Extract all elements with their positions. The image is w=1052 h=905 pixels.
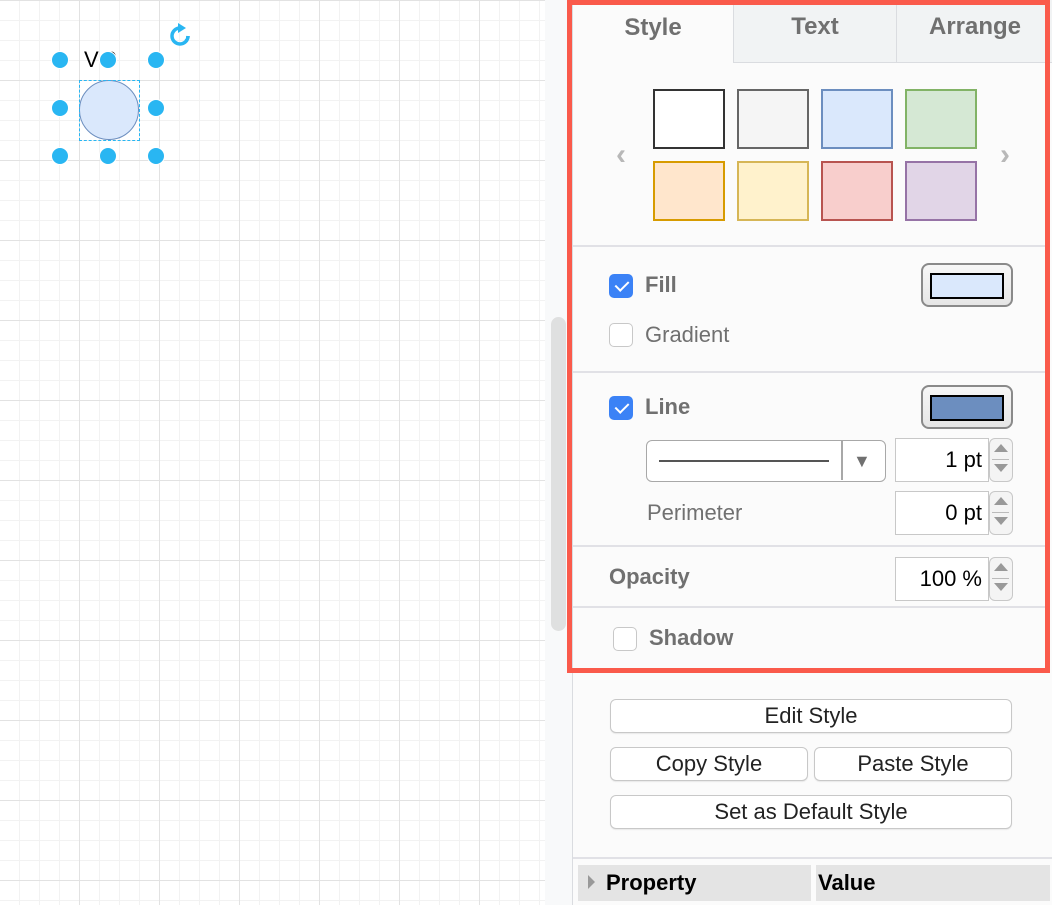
stepper-down-icon[interactable] (994, 583, 1008, 591)
shadow-label: Shadow (649, 625, 734, 650)
stepper-up-icon[interactable] (994, 497, 1008, 505)
tab-style[interactable]: Style (573, 0, 733, 63)
stepper-divider (992, 459, 1009, 460)
rotate-icon[interactable] (166, 22, 194, 50)
fill-checkbox[interactable] (609, 274, 633, 298)
line-width-stepper[interactable] (989, 438, 1013, 482)
stepper-down-icon[interactable] (994, 517, 1008, 525)
stepper-down-icon[interactable] (994, 464, 1008, 472)
expand-triangle-icon[interactable] (588, 875, 595, 889)
swatch-prev-icon[interactable]: ‹ (609, 140, 633, 170)
section-divider (573, 606, 1049, 608)
resize-handle-s[interactable] (99, 147, 117, 165)
copy-style-button[interactable]: Copy Style (610, 747, 808, 781)
swatch-next-icon[interactable]: › (993, 140, 1017, 170)
perimeter-input[interactable]: 0 pt (895, 491, 989, 535)
line-color-preview (930, 395, 1004, 421)
stepper-up-icon[interactable] (994, 563, 1008, 571)
resize-handle-e[interactable] (147, 99, 165, 117)
perimeter-label: Perimeter (647, 500, 743, 525)
gradient-label: Gradient (645, 322, 730, 347)
line-pattern-select[interactable]: ▼ (646, 440, 886, 482)
resize-handle-ne[interactable] (147, 51, 165, 69)
section-divider (573, 245, 1049, 247)
line-label: Line (645, 394, 691, 419)
tab-arrange[interactable]: Arrange (896, 0, 1052, 63)
paste-style-button[interactable]: Paste Style (814, 747, 1012, 781)
dropdown-arrow-icon: ▼ (853, 451, 871, 471)
fill-color-button[interactable] (921, 263, 1013, 307)
swatch-gray[interactable] (737, 89, 809, 149)
shadow-checkbox[interactable] (613, 627, 637, 651)
section-divider (573, 545, 1049, 547)
perimeter-stepper[interactable] (989, 491, 1013, 535)
swatch-blue[interactable] (821, 89, 893, 149)
value-column-header: Value (816, 865, 1050, 901)
resize-handle-nw[interactable] (51, 51, 69, 69)
section-divider (573, 371, 1049, 373)
swatch-orange[interactable] (653, 161, 725, 221)
diagram-canvas[interactable]: V 0 (0, 0, 545, 905)
opacity-label: Opacity (609, 564, 690, 589)
swatch-purple[interactable] (905, 161, 977, 221)
format-panel: Style Text Arrange ‹ › Fill Gradient Lin… (572, 0, 1052, 905)
stepper-up-icon[interactable] (994, 444, 1008, 452)
resize-handle-w[interactable] (51, 99, 69, 117)
format-tabs: Style Text Arrange (573, 0, 1052, 63)
resize-handle-se[interactable] (147, 147, 165, 165)
property-column-header[interactable]: Property (578, 865, 811, 901)
property-column-label: Property (606, 870, 697, 895)
selection-box (79, 80, 140, 141)
stepper-divider (992, 512, 1009, 513)
resize-handle-n[interactable] (99, 51, 117, 69)
line-checkbox[interactable] (609, 396, 633, 420)
edit-style-button[interactable]: Edit Style (610, 699, 1012, 733)
resize-handle-sw[interactable] (51, 147, 69, 165)
swatch-yellow[interactable] (737, 161, 809, 221)
line-width-input[interactable]: 1 pt (895, 438, 989, 482)
opacity-stepper[interactable] (989, 557, 1013, 601)
select-separator (841, 441, 843, 480)
property-table-header: Property Value (573, 857, 1052, 905)
gradient-checkbox[interactable] (609, 323, 633, 347)
swatch-red[interactable] (821, 161, 893, 221)
set-default-style-button[interactable]: Set as Default Style (610, 795, 1012, 829)
tab-text[interactable]: Text (733, 0, 896, 63)
line-color-button[interactable] (921, 385, 1013, 429)
fill-label: Fill (645, 272, 677, 297)
opacity-input[interactable]: 100 % (895, 557, 989, 601)
line-pattern-sample (659, 460, 829, 462)
fill-color-preview (930, 273, 1004, 299)
vertical-scrollbar-thumb[interactable] (551, 317, 566, 631)
stepper-divider (992, 578, 1009, 579)
swatch-white[interactable] (653, 89, 725, 149)
swatch-green[interactable] (905, 89, 977, 149)
